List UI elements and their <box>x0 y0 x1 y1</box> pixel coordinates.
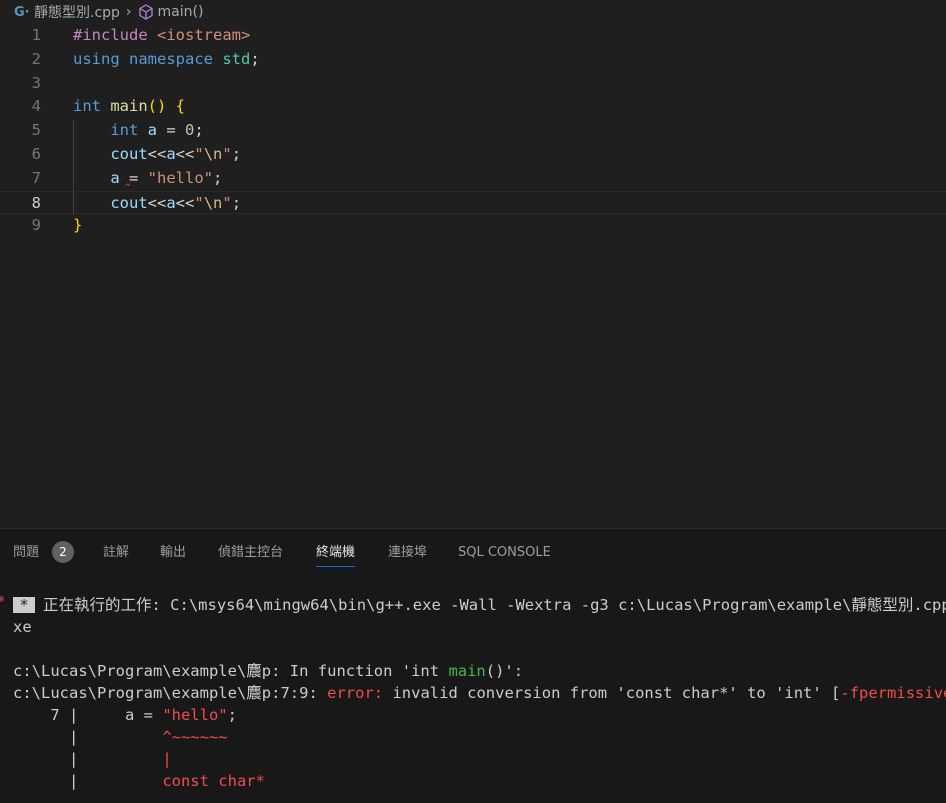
code-token: cout <box>110 193 148 212</box>
code-line[interactable]: 4 int main() { <box>0 95 946 119</box>
code-token: using <box>73 49 129 68</box>
code-token: " <box>194 145 204 163</box>
line-number: 5 <box>31 121 41 140</box>
line-number: 7 <box>31 168 41 187</box>
code-line[interactable]: 9} <box>0 214 946 238</box>
code-token: " <box>194 193 204 212</box>
bottom-panel: 問題 2 註解 輸出 偵錯主控台 終端機 連接埠 SQL CONSOLE ⊗ *… <box>0 528 946 803</box>
line-code: int a = 0; <box>73 119 204 143</box>
code-token: <iostream> <box>157 26 251 44</box>
code-line[interactable]: 8 cout<<a<<"\n"; <box>0 190 946 216</box>
code-token: std <box>222 49 251 68</box>
line-number: 3 <box>31 73 41 92</box>
code-token: = <box>119 168 148 187</box>
code-token: << <box>175 193 195 212</box>
code-token: = <box>157 121 185 140</box>
line-code: using namespace std; <box>73 48 260 72</box>
code-token: () <box>147 97 176 116</box>
code-token: \n <box>203 145 223 163</box>
code-token: \n <box>203 193 223 212</box>
code-token: ; <box>250 49 260 68</box>
code-line[interactable]: 2 using namespace std; <box>0 48 946 72</box>
bar-line: | | <box>13 750 172 768</box>
code-token: ; <box>194 121 204 140</box>
breadcrumb-symbol[interactable]: main() <box>158 4 204 20</box>
line-number: 6 <box>31 145 41 163</box>
code-token: a <box>110 168 120 187</box>
breadcrumb: G· 靜態型別.cpp › main() <box>0 0 946 24</box>
line-number: 1 <box>31 26 41 44</box>
code-token: ; <box>231 193 242 212</box>
code-token: << <box>147 145 167 163</box>
type-line: | const char* <box>13 772 265 790</box>
code-token: int <box>110 121 148 140</box>
code-token: ; <box>213 168 223 187</box>
breadcrumb-file[interactable]: 靜態型別.cpp <box>34 2 120 22</box>
code-token: ; <box>231 145 242 163</box>
code-token: " <box>222 145 232 163</box>
line-number: 8 <box>31 193 41 212</box>
line-number: 2 <box>31 49 41 68</box>
line-number: 4 <box>31 97 41 116</box>
code-line[interactable]: 5 int a = 0; <box>0 119 946 143</box>
code-token: namespace <box>129 49 223 68</box>
line-code: a = "hello"; <box>73 167 222 191</box>
code-token: << <box>147 193 167 212</box>
error-circle-icon: ⊗ <box>0 594 5 605</box>
code-token: int <box>73 97 111 116</box>
code-token: a <box>147 121 157 140</box>
code-line[interactable]: 7 a = "hello"; <box>0 167 946 191</box>
line-code: int main() { <box>73 95 185 119</box>
source-line: 7 | a = "hello"; <box>13 706 237 724</box>
code-token: #include <box>73 26 157 44</box>
code-token: "hello" <box>147 168 213 187</box>
line-code: #include <iostream> <box>73 24 250 48</box>
line-code: cout<<a<<"\n"; <box>73 143 241 167</box>
code-token: " <box>222 193 232 212</box>
code-token: { <box>175 97 185 116</box>
method-cube-icon <box>138 4 154 20</box>
code-token: a <box>166 145 176 163</box>
code-line[interactable]: 6 cout<<a<<"\n"; <box>0 143 946 167</box>
cpp-file-icon: G· <box>14 4 30 20</box>
code-token: 0 <box>185 121 195 140</box>
line-number: 9 <box>31 216 41 235</box>
function-line: c:\Lucas\Program\example\麎p: In function… <box>13 662 524 680</box>
code-token: a <box>166 193 176 212</box>
chevron-right-icon: › <box>125 4 132 20</box>
caret-line: | ^~~~~~~ <box>13 728 228 746</box>
task-line-wrap: xe <box>13 618 32 636</box>
code-line[interactable]: 3 <box>0 72 946 96</box>
code-token: cout <box>110 145 148 163</box>
code-line[interactable]: 1 #include <iostream> <box>0 24 946 48</box>
line-code: cout<<a<<"\n"; <box>73 192 241 216</box>
terminal-output[interactable]: ⊗ * 正在執行的工作: C:\msys64\mingw64\bin\g++.ex… <box>0 529 946 803</box>
code-token: << <box>175 145 195 163</box>
line-code: } <box>73 214 82 238</box>
task-star-badge: * <box>13 597 35 613</box>
error-line: c:\Lucas\Program\example\麎p:7:9: error: … <box>13 684 946 702</box>
code-token: } <box>73 216 83 235</box>
task-line: * 正在執行的工作: C:\msys64\mingw64\bin\g++.exe … <box>13 594 946 616</box>
code-token: main <box>110 97 148 116</box>
code-editor[interactable]: ^ 1 #include <iostream> 2 using namespace s… <box>0 24 946 528</box>
